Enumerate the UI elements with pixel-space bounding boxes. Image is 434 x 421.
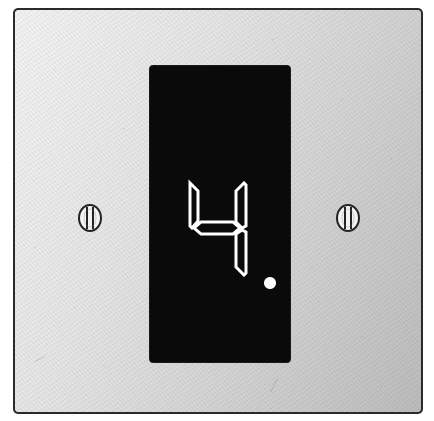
digit-display: 4 [150, 66, 290, 362]
seven-segment-digit: 4 [188, 179, 276, 347]
segment-g [191, 220, 243, 236]
face-plate: 4 [13, 8, 423, 414]
segment-c [234, 228, 248, 278]
screw-icon [77, 203, 103, 233]
digit-value: 4 [219, 345, 221, 347]
segment-f [188, 179, 200, 231]
segment-b [234, 180, 248, 230]
decimal-point [264, 277, 276, 289]
device-illustration: 4 [0, 0, 434, 421]
screw-icon [335, 203, 361, 233]
